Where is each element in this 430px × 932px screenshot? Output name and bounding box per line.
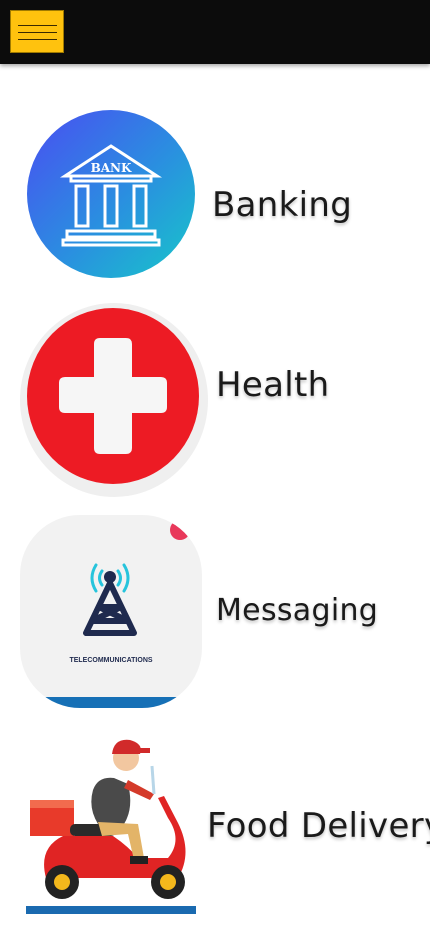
medical-cross-icon — [20, 303, 208, 497]
svg-text:BANK: BANK — [91, 161, 132, 175]
service-label-banking: Banking — [212, 185, 353, 225]
svg-text:TELECOMMUNICATIONS: TELECOMMUNICATIONS — [69, 657, 152, 664]
service-item-food-delivery[interactable]: Food Delivery — [0, 728, 430, 918]
telecom-tower-icon: TELECOMMUNICATIONS — [20, 515, 202, 708]
app-header — [0, 0, 430, 64]
service-item-messaging[interactable]: TELECOMMUNICATIONS Messaging — [0, 515, 430, 710]
service-item-banking[interactable]: BANK Banking — [0, 105, 430, 280]
service-label-messaging: Messaging — [216, 593, 379, 628]
delivery-scooter-icon — [18, 728, 200, 916]
service-item-health[interactable]: Health — [0, 300, 430, 500]
menu-button[interactable] — [10, 10, 64, 53]
service-label-health: Health — [216, 365, 330, 405]
service-label-food-delivery: Food Delivery — [207, 806, 430, 846]
bank-icon: BANK — [27, 110, 195, 278]
